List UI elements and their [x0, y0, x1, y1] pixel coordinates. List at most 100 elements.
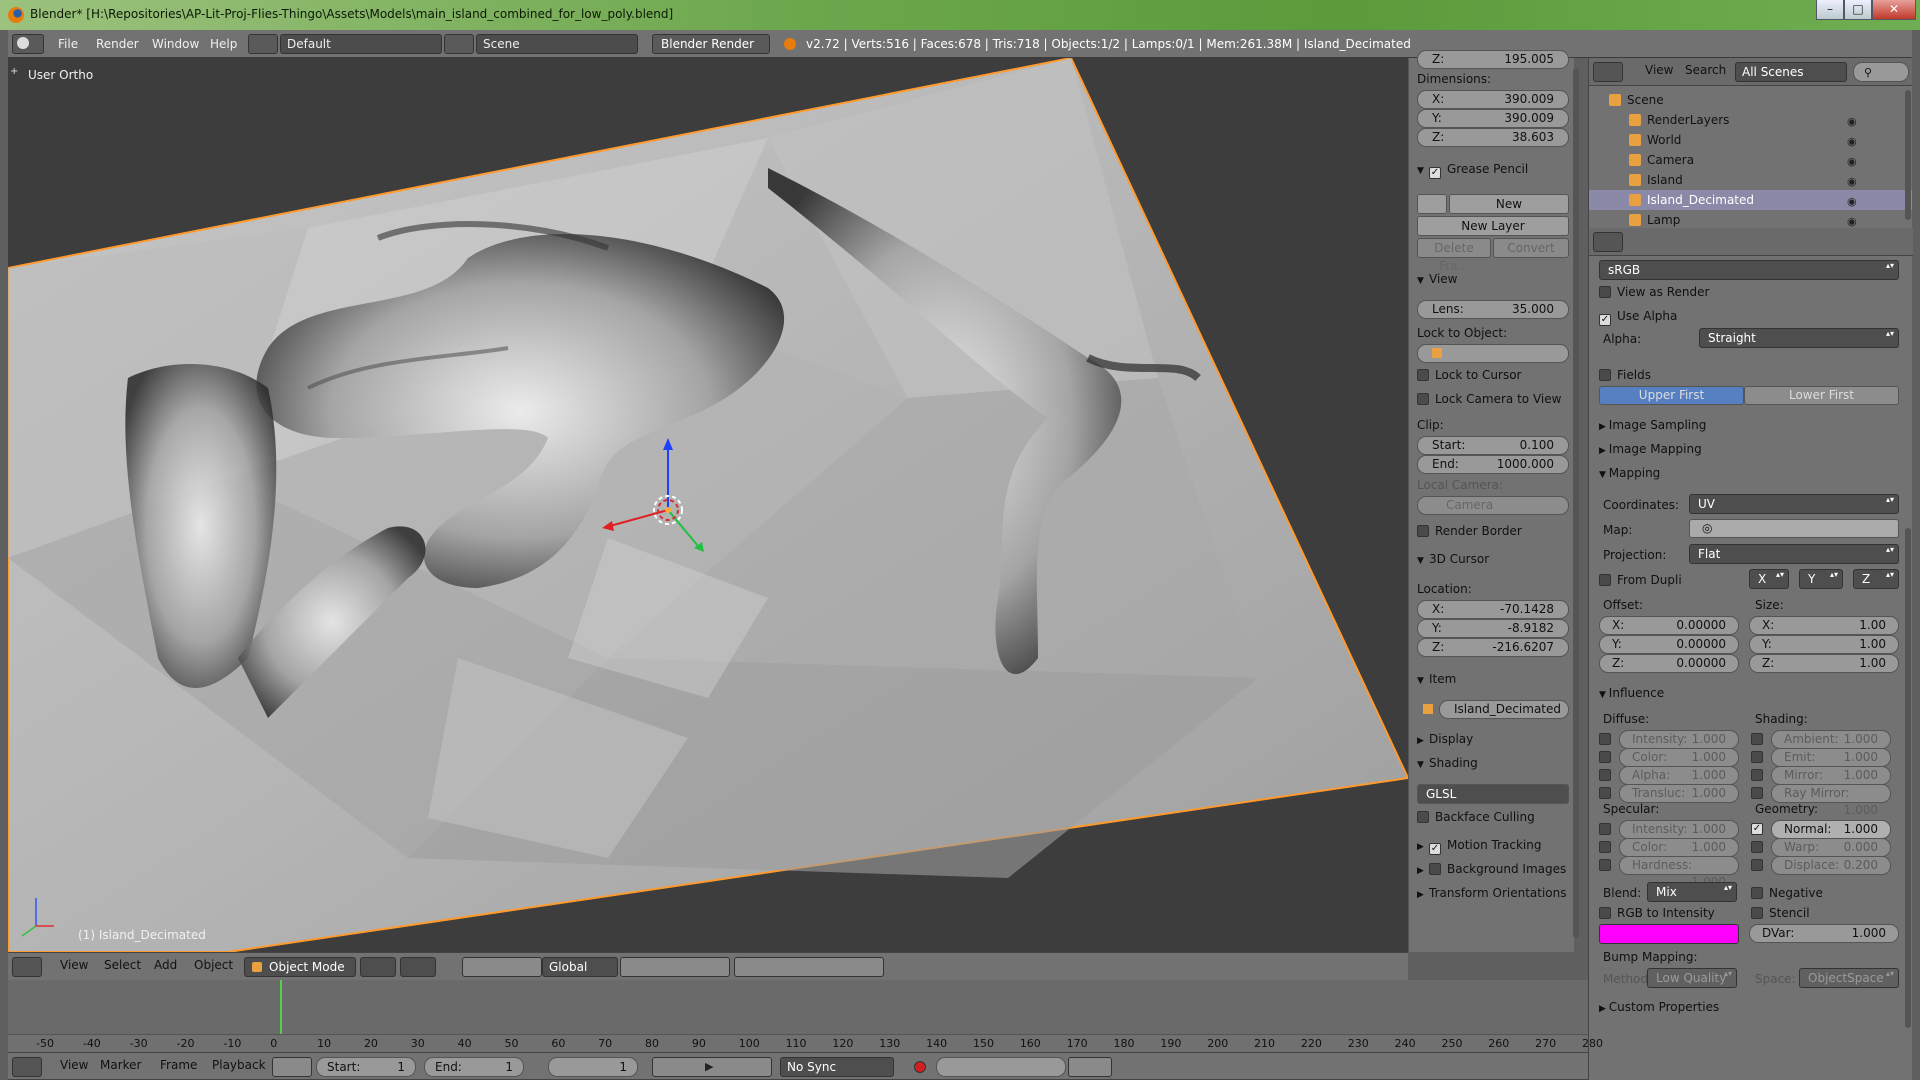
- viewport-menu-view[interactable]: View: [60, 958, 88, 972]
- cursor-x-field[interactable]: X: -70.1428: [1417, 600, 1569, 619]
- location-z-field[interactable]: Z: 195.005: [1417, 50, 1569, 69]
- color-space-select[interactable]: sRGB: [1599, 260, 1899, 280]
- shading-influence-checkbox[interactable]: [1751, 787, 1763, 799]
- size-y-field[interactable]: Y: 1.00: [1749, 635, 1899, 654]
- shading-influence-field[interactable]: Ambient: 1.000: [1771, 730, 1891, 749]
- bump-space-select[interactable]: ObjectSpace: [1799, 968, 1899, 988]
- image-mapping-section[interactable]: ▶ Image Mapping: [1599, 442, 1702, 456]
- diffuse-influence-field[interactable]: Color: 1.000: [1619, 748, 1739, 767]
- sync-mode-select[interactable]: No Sync: [780, 1057, 894, 1077]
- motion-tracking-section[interactable]: ▶ ✓ Motion Tracking: [1417, 838, 1569, 855]
- transform-orientations-section[interactable]: ▶ Transform Orientations: [1417, 886, 1569, 900]
- visibility-eye-icon[interactable]: ◉: [1847, 132, 1857, 152]
- view-as-render-toggle[interactable]: View as Render: [1599, 285, 1709, 299]
- menu-help[interactable]: Help: [210, 34, 237, 54]
- gp-convert-button[interactable]: Convert: [1493, 238, 1569, 258]
- from-dupli-toggle[interactable]: From Dupli: [1599, 573, 1682, 587]
- context-tabs[interactable]: [1633, 232, 1903, 252]
- offset-z-field[interactable]: Z: 0.00000: [1599, 654, 1739, 673]
- specular-influence-field[interactable]: Intensity: 1.000: [1619, 820, 1739, 839]
- diffuse-influence-checkbox[interactable]: [1599, 751, 1611, 763]
- snap-tools[interactable]: [734, 957, 884, 977]
- scene-icon[interactable]: [444, 34, 474, 54]
- geometry-influence-field[interactable]: Normal: 1.000: [1771, 820, 1891, 839]
- dimension-x-field[interactable]: X: 390.009: [1417, 90, 1569, 109]
- dvar-field[interactable]: DVar: 1.000: [1749, 924, 1899, 943]
- properties-scrollbar[interactable]: [1905, 528, 1911, 1028]
- manipulator-toggles[interactable]: [462, 957, 542, 977]
- viewport-menu-add[interactable]: Add: [154, 958, 177, 972]
- render-border-toggle[interactable]: Render Border: [1417, 524, 1569, 538]
- outliner-item[interactable]: Island_Decimated ◉: [1589, 190, 1912, 210]
- shading-influence-checkbox[interactable]: [1751, 751, 1763, 763]
- coordinates-select[interactable]: UV: [1689, 494, 1899, 514]
- image-sampling-section[interactable]: ▶ Image Sampling: [1599, 418, 1706, 432]
- render-engine-select[interactable]: Blender Render: [652, 34, 770, 54]
- specular-influence-checkbox[interactable]: [1599, 841, 1611, 853]
- timeline-editor[interactable]: -50 -40 -30 -20 -10 0 10 20 30 40 50 60 70 80 90 100 110…: [8, 980, 1603, 1080]
- menu-render[interactable]: Render: [96, 34, 139, 54]
- size-x-field[interactable]: X: 1.00: [1749, 616, 1899, 635]
- diffuse-influence-field[interactable]: Intensity: 1.000: [1619, 730, 1739, 749]
- diffuse-influence-field[interactable]: Alpha: 1.000: [1619, 766, 1739, 785]
- grease-pencil-section[interactable]: ▼ ✓ Grease Pencil: [1417, 162, 1569, 179]
- diffuse-influence-checkbox[interactable]: [1599, 733, 1611, 745]
- outliner-search-input[interactable]: ⚲: [1853, 62, 1909, 82]
- current-frame-line[interactable]: [280, 980, 282, 1036]
- cursor-z-field[interactable]: Z: -216.6207: [1417, 638, 1569, 657]
- upper-first-button[interactable]: Upper First: [1599, 386, 1744, 405]
- gp-delete-frame-button[interactable]: Delete Fra...: [1417, 238, 1491, 273]
- diffuse-influence-field[interactable]: Transluc: 1.000: [1619, 784, 1739, 803]
- use-alpha-toggle[interactable]: ✓ Use Alpha: [1599, 309, 1677, 326]
- outliner-display-select[interactable]: All Scenes: [1735, 62, 1847, 82]
- size-z-field[interactable]: Z: 1.00: [1749, 654, 1899, 673]
- outliner-item[interactable]: Camera ◉: [1589, 150, 1912, 170]
- outliner-item[interactable]: Scene: [1589, 90, 1912, 110]
- backface-culling-toggle[interactable]: Backface Culling: [1417, 810, 1569, 824]
- blend-color-swatch[interactable]: [1599, 924, 1739, 944]
- visibility-eye-icon[interactable]: ◉: [1847, 152, 1857, 172]
- diffuse-influence-checkbox[interactable]: [1599, 787, 1611, 799]
- editor-type-menu-3d[interactable]: [12, 957, 42, 977]
- frame-start-field[interactable]: Start: 1: [316, 1057, 416, 1077]
- grease-pencil-icon[interactable]: [1417, 194, 1447, 214]
- menu-file[interactable]: File: [58, 34, 78, 54]
- diffuse-influence-checkbox[interactable]: [1599, 769, 1611, 781]
- minimize-button[interactable]: –: [1816, 0, 1844, 20]
- fields-toggle[interactable]: Fields: [1599, 368, 1651, 382]
- offset-x-field[interactable]: X: 0.00000: [1599, 616, 1739, 635]
- close-button[interactable]: ✕: [1872, 0, 1916, 20]
- specular-influence-field[interactable]: Color: 1.000: [1619, 838, 1739, 857]
- maximize-button[interactable]: □: [1844, 0, 1872, 20]
- geometry-influence-field[interactable]: Warp: 0.000: [1771, 838, 1891, 857]
- stencil-toggle[interactable]: Stencil: [1751, 906, 1810, 920]
- outliner-item[interactable]: Lamp ◉: [1589, 210, 1912, 228]
- keyframe-buttons[interactable]: [1068, 1057, 1112, 1077]
- outliner-item[interactable]: World ◉: [1589, 130, 1912, 150]
- menu-window[interactable]: Window: [152, 34, 199, 54]
- rgb-to-intensity-toggle[interactable]: RGB to Intensity: [1599, 906, 1715, 920]
- transform-orientation-select[interactable]: Global: [542, 957, 618, 977]
- dimension-y-field[interactable]: Y: 390.009: [1417, 109, 1569, 128]
- timeline-menu-view[interactable]: View: [60, 1058, 88, 1072]
- outliner-menu-search[interactable]: Search: [1685, 63, 1726, 77]
- outliner-scrollbar[interactable]: [1905, 90, 1911, 220]
- timeline-menu-playback[interactable]: Playback: [212, 1058, 266, 1072]
- proj-x-select[interactable]: X: [1749, 569, 1789, 589]
- alpha-mode-select[interactable]: Straight: [1699, 328, 1899, 348]
- specular-influence-field[interactable]: Hardness:1.000: [1619, 856, 1739, 889]
- grease-pencil-checkbox[interactable]: ✓: [1429, 167, 1441, 179]
- screen-layout-icon[interactable]: [248, 34, 278, 54]
- gp-new-layer-button[interactable]: New Layer: [1417, 216, 1569, 236]
- geometry-influence-checkbox[interactable]: [1751, 859, 1763, 871]
- dimension-z-field[interactable]: Z: 38.603: [1417, 128, 1569, 147]
- geometry-influence-checkbox[interactable]: [1751, 841, 1763, 853]
- gp-new-button[interactable]: New: [1449, 194, 1569, 214]
- influence-section[interactable]: ▼ Influence: [1599, 686, 1664, 700]
- timeline-menu-frame[interactable]: Frame: [160, 1058, 197, 1072]
- lock-camera-to-view-toggle[interactable]: Lock Camera to View: [1417, 392, 1569, 406]
- display-section[interactable]: ▶ Display: [1417, 732, 1569, 746]
- viewport-menu-select[interactable]: Select: [104, 958, 141, 972]
- item-section[interactable]: ▼ Item: [1417, 672, 1569, 686]
- lower-first-button[interactable]: Lower First: [1744, 386, 1899, 405]
